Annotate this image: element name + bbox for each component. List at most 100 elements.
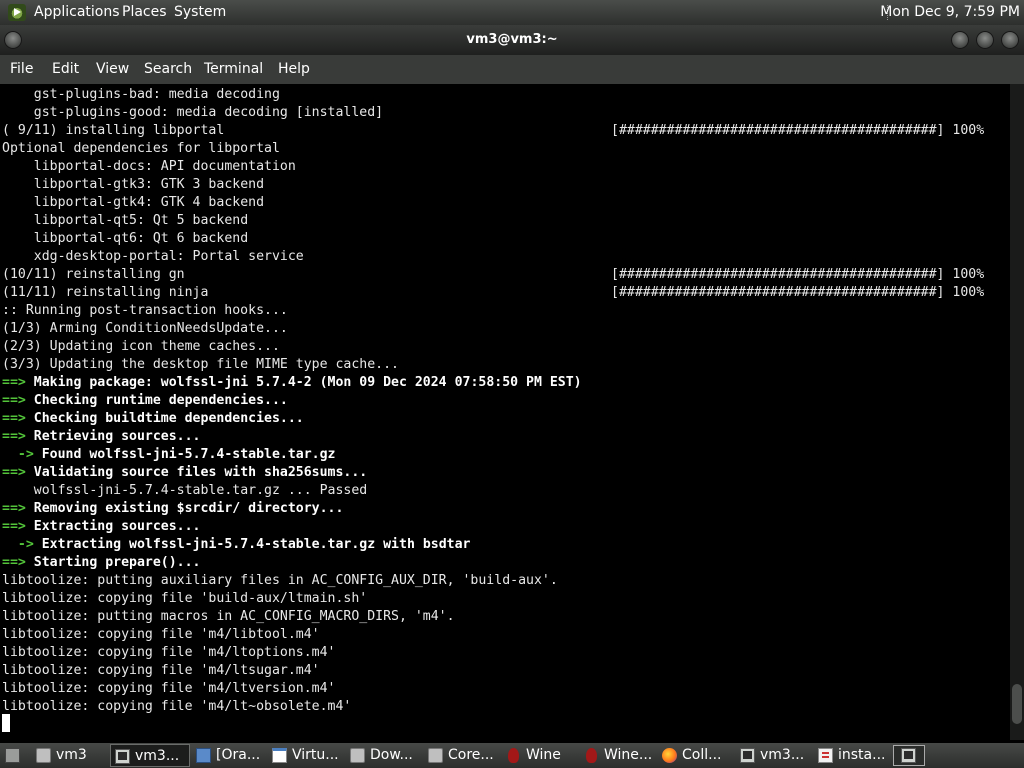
terminal-line: ==> Checking buildtime dependencies... [2, 410, 304, 428]
taskbar-button[interactable]: Wine... [580, 744, 656, 767]
terminal-line: (10/11) reinstalling gn [2, 266, 185, 284]
prompt-arrow: ==> [2, 411, 26, 426]
menu-edit[interactable]: Edit [52, 55, 79, 84]
step-message: Starting prepare()... [25, 555, 201, 570]
minimize-button[interactable] [951, 31, 969, 49]
terminal-line: ==> Checking runtime dependencies... [2, 392, 288, 410]
workspace-switcher[interactable] [893, 745, 925, 766]
taskbar-button[interactable]: Coll... [658, 744, 734, 767]
prompt-arrow: ==> [2, 393, 26, 408]
taskbar-button[interactable]: Wine [502, 744, 578, 767]
line-text: gst-plugins-bad: media decoding [33, 87, 280, 102]
terminal-line: libtoolize: copying file 'build-aux/ltma… [2, 590, 367, 608]
taskbar-button[interactable]: vm3... [110, 744, 190, 767]
line-text: xdg-desktop-portal: Portal service [33, 249, 304, 264]
taskbar-button[interactable]: Core... [424, 744, 500, 767]
step-message: Making package: wolfssl-jni 5.7.4-2 (Mon… [25, 375, 582, 390]
menu-terminal[interactable]: Terminal [204, 55, 263, 84]
step-message: Found wolfssl-jni-5.7.4-stable.tar.gz [33, 447, 336, 462]
prompt-arrow: ==> [2, 375, 26, 390]
terminal-line: gst-plugins-bad: media decoding [2, 86, 280, 104]
terminal-line: libportal-docs: API documentation [2, 158, 296, 176]
terminal-line: ==> Extracting sources... [2, 518, 201, 536]
prompt-arrow: -> [17, 447, 34, 462]
terminal-line: (2/3) Updating icon theme caches... [2, 338, 280, 356]
taskbar-button[interactable]: Dow... [346, 744, 422, 767]
line-text: gst-plugins-good: media decoding [instal… [33, 105, 384, 120]
prompt-arrow: ==> [2, 429, 26, 444]
terminal-line: libtoolize: copying file 'm4/ltoptions.m… [2, 644, 335, 662]
terminal-line: gst-plugins-good: media decoding [instal… [2, 104, 383, 122]
terminal-output[interactable]: gst-plugins-bad: media decoding gst-plug… [0, 84, 1010, 740]
folder-icon [428, 748, 443, 763]
line-text: libportal-gtk4: GTK 4 backend [33, 195, 265, 210]
line-text: libtoolize: copying file 'm4/ltoptions.m… [2, 645, 336, 660]
window-icon [272, 748, 287, 763]
folder-icon [36, 748, 51, 763]
terminal-line: -> Found wolfssl-jni-5.7.4-stable.tar.gz [2, 446, 336, 464]
taskbar-label: Dow... [370, 747, 413, 763]
taskbar-button[interactable]: Virtu... [268, 744, 344, 767]
terminal-line: (1/3) Arming ConditionNeedsUpdate... [2, 320, 288, 338]
text-cursor [2, 714, 10, 732]
terminal-icon [115, 749, 130, 764]
close-button[interactable] [1001, 31, 1019, 49]
progress-text: [#######################################… [611, 285, 985, 300]
line-text: wolfssl-jni-5.7.4-stable.tar.gz ... Pass… [33, 483, 368, 498]
applications-menu[interactable]: Applications [34, 0, 120, 25]
taskbar-label: Wine... [604, 747, 653, 763]
system-menu[interactable]: System [174, 0, 226, 25]
step-message: Retrieving sources... [25, 429, 201, 444]
line-text: (2/3) Updating icon theme caches... [2, 339, 280, 354]
folder-icon [350, 748, 365, 763]
line-text: (1/3) Arming ConditionNeedsUpdate... [2, 321, 288, 336]
vertical-scrollbar[interactable] [1010, 84, 1024, 740]
taskbar: vm3 vm3... [Ora... Virtu... Dow... Core... Win… [0, 743, 1024, 768]
taskbar-button[interactable]: vm3 [32, 744, 108, 767]
prompt-arrow: -> [17, 537, 34, 552]
terminal-line: ==> Removing existing $srcdir/ directory… [2, 500, 343, 518]
menu-view[interactable]: View [96, 55, 129, 84]
distro-logo-icon[interactable] [8, 4, 26, 21]
taskbar-button[interactable]: [Ora... [192, 744, 266, 767]
menu-search[interactable]: Search [144, 55, 192, 84]
line-text: libtoolize: copying file 'm4/lt~obsolete… [2, 699, 352, 714]
show-desktop-button[interactable] [2, 745, 22, 765]
terminal-line: libportal-gtk3: GTK 3 backend [2, 176, 264, 194]
taskbar-label: vm3... [135, 748, 180, 764]
window-title-bar[interactable]: vm3@vm3:~ [0, 25, 1024, 55]
taskbar-label: Coll... [682, 747, 722, 763]
line-text: libtoolize: copying file 'm4/libtool.m4' [2, 627, 320, 642]
taskbar-label: vm3 [56, 747, 87, 763]
terminal-line: (3/3) Updating the desktop file MIME typ… [2, 356, 399, 374]
terminal-line: -> Extracting wolfssl-jni-5.7.4-stable.t… [2, 536, 471, 554]
line-text: ( 9/11) installing libportal [2, 123, 225, 138]
terminal-line: ( 9/11) installing libportal [2, 122, 224, 140]
places-menu[interactable]: Places [122, 0, 167, 25]
taskbar-label: Core... [448, 747, 494, 763]
menu-help[interactable]: Help [278, 55, 310, 84]
step-message: Removing existing $srcdir/ directory... [25, 501, 344, 516]
taskbar-label: Virtu... [292, 747, 339, 763]
menu-file[interactable]: File [10, 55, 33, 84]
line-text: :: Running post-transaction hooks... [2, 303, 288, 318]
terminal-line: libportal-qt5: Qt 5 backend [2, 212, 248, 230]
terminal-icon [740, 748, 755, 763]
terminal-line: libtoolize: copying file 'm4/ltsugar.m4' [2, 662, 320, 680]
terminal-line: ==> Retrieving sources... [2, 428, 201, 446]
taskbar-label: insta... [838, 747, 886, 763]
taskbar-button[interactable]: vm3... [736, 744, 812, 767]
terminal-line: libtoolize: putting macros in AC_CONFIG_… [2, 608, 455, 626]
taskbar-button[interactable]: insta... [814, 744, 890, 767]
clock[interactable]: Mon Dec 9, 7:59 PM [880, 0, 1020, 25]
prompt-arrow: ==> [2, 519, 26, 534]
step-message: Validating source files with sha256sums.… [25, 465, 368, 480]
workspace-icon [901, 748, 916, 763]
line-text: libportal-qt5: Qt 5 backend [33, 213, 249, 228]
terminal-line: (11/11) reinstalling ninja [2, 284, 208, 302]
line-text: libtoolize: putting macros in AC_CONFIG_… [2, 609, 455, 624]
maximize-button[interactable] [976, 31, 994, 49]
terminal-line: ==> Validating source files with sha256s… [2, 464, 367, 482]
scrollbar-thumb[interactable] [1012, 684, 1022, 724]
line-text: libportal-docs: API documentation [33, 159, 296, 174]
